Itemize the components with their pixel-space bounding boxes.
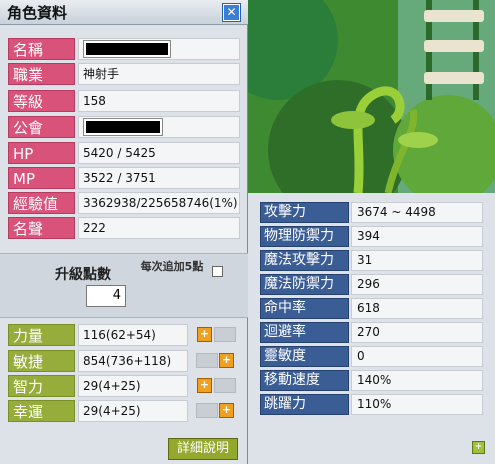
attack-value: 0 [351,346,483,367]
detail-button[interactable]: 詳細說明 [168,438,238,460]
stat-row-int: 智力 29(4+25) + [0,374,248,399]
stat-row-dex: 敏捷 854(736+118) + [0,349,248,374]
expand-icon[interactable]: + [472,441,485,454]
attack-row: 跳躍力 110% [248,393,495,417]
stat-label: 力量 [8,324,75,346]
int-slot [214,378,236,393]
attack-label: 魔法攻擊力 [260,250,349,271]
attack-label: 物理防禦力 [260,226,349,247]
info-row-fame: 名聲 222 [0,216,248,241]
info-value: 3522 / 3751 [78,167,240,189]
attack-row: 攻擊力 3674 ~ 4498 [248,201,495,225]
info-row-job: 職業 神射手 [0,62,248,87]
info-row-name: 名稱 [0,37,248,62]
luk-slot [196,403,218,418]
add-str-button[interactable]: + [197,327,212,342]
attack-row: 迴避率 270 [248,321,495,345]
ability-points-box: 升級點數 4 每次追加5點 [0,253,248,318]
dex-slot [196,353,218,368]
game-scene [248,0,495,193]
stat-value: 29(4+25) [78,375,188,397]
character-info-panel: 角色資料 ✕ 名稱 職業 神射手 等級 158 公會 HP 5420 / 542… [0,0,248,464]
stat-row-luk: 幸運 29(4+25) + [0,399,248,424]
stat-row-str: 力量 116(62+54) + [0,323,248,348]
title-bar[interactable]: 角色資料 ✕ [0,0,248,25]
info-value: 神射手 [78,63,240,85]
attack-label: 靈敏度 [260,346,349,367]
attack-label: 跳躍力 [260,394,349,415]
plus-icon: + [199,327,210,340]
info-label: MP [8,167,75,189]
info-row-level: 等級 158 [0,89,248,114]
auto-assign-label: 每次追加5點 [140,260,204,273]
attack-label: 攻擊力 [260,202,349,223]
add-dex-button[interactable]: + [219,353,234,368]
info-row-guild: 公會 [0,115,248,140]
info-label: HP [8,142,75,164]
attack-label: 移動速度 [260,370,349,391]
attack-row: 靈敏度 0 [248,345,495,369]
attack-value: 3674 ~ 4498 [351,202,483,223]
attack-row: 命中率 618 [248,297,495,321]
combat-stats-panel: 攻擊力 3674 ~ 4498 物理防禦力 394 魔法攻擊力 31 魔法防禦力… [248,0,495,464]
attack-label: 迴避率 [260,322,349,343]
add-luk-button[interactable]: + [219,403,234,418]
info-value: 3362938/225658746(1%) [78,192,240,214]
attack-row: 魔法攻擊力 31 [248,249,495,273]
attack-value: 110% [351,394,483,415]
info-label: 經驗值 [8,192,75,214]
info-row-exp: 經驗值 3362938/225658746(1%) [0,191,248,216]
auto-assign-checkbox[interactable] [212,266,223,277]
close-button[interactable]: ✕ [222,3,241,22]
info-label: 職業 [8,63,75,85]
attack-row: 移動速度 140% [248,369,495,393]
redacted-guild [83,118,163,136]
close-icon: ✕ [226,5,237,19]
attack-value: 618 [351,298,483,319]
info-label: 名聲 [8,217,75,239]
info-label: 名稱 [8,38,75,60]
info-row-hp: HP 5420 / 5425 [0,141,248,166]
attack-value: 394 [351,226,483,247]
ability-points-label: 升級點數 [55,267,111,283]
info-label: 等級 [8,90,75,112]
stat-value: 29(4+25) [78,400,188,422]
plus-icon: + [221,353,232,366]
attack-row: 物理防禦力 394 [248,225,495,249]
info-value: 222 [78,217,240,239]
stat-label: 智力 [8,375,75,397]
stat-label: 敏捷 [8,350,75,372]
attack-label: 魔法防禦力 [260,274,349,295]
attack-value: 270 [351,322,483,343]
info-value [78,116,240,138]
forest-illustration [248,0,495,193]
info-value: 158 [78,90,240,112]
attack-label: 命中率 [260,298,349,319]
stat-label: 幸運 [8,400,75,422]
info-label: 公會 [8,116,75,138]
window-title: 角色資料 [7,4,68,22]
ability-points-value: 4 [86,285,126,307]
attack-value: 296 [351,274,483,295]
info-value: 5420 / 5425 [78,142,240,164]
attack-row: 魔法防禦力 296 [248,273,495,297]
stat-value: 854(736+118) [78,350,188,372]
add-int-button[interactable]: + [197,378,212,393]
stat-value: 116(62+54) [78,324,188,346]
info-value [78,38,240,60]
attack-value: 140% [351,370,483,391]
attack-value: 31 [351,250,483,271]
str-slot [214,327,236,342]
info-row-mp: MP 3522 / 3751 [0,166,248,191]
redacted-name [83,40,171,58]
plus-icon: + [221,403,232,416]
plus-icon: + [199,378,210,391]
